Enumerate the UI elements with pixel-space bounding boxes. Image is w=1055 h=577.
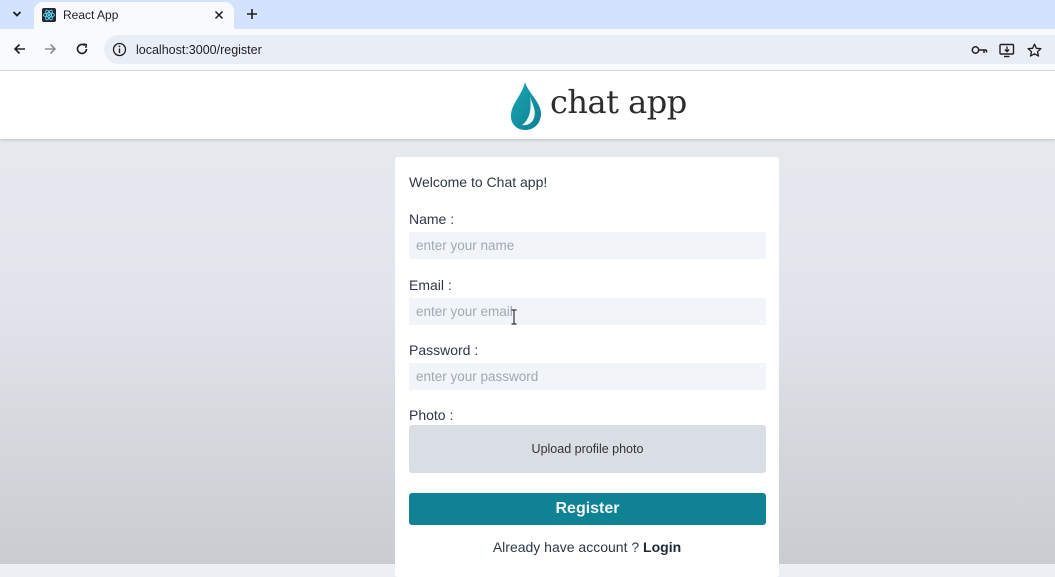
bookmark-button[interactable] — [1025, 41, 1043, 59]
login-prompt-line: Already have account ? Login — [395, 539, 779, 555]
react-logo-icon — [42, 8, 56, 22]
app-header: chat app — [0, 71, 1055, 139]
email-input[interactable] — [409, 298, 766, 325]
arrow-left-icon — [13, 43, 25, 55]
name-label: Name : — [409, 211, 455, 227]
browser-tab[interactable]: React App — [34, 2, 234, 29]
email-label: Email : — [409, 277, 452, 293]
page-viewport: chat app Welcome to Chat app! Name : Ema… — [0, 71, 1055, 577]
upload-photo-text: Upload profile photo — [531, 442, 644, 456]
text-cursor-icon — [511, 309, 517, 325]
register-button[interactable]: Register — [409, 493, 766, 525]
back-button[interactable] — [11, 40, 29, 58]
info-icon[interactable] — [112, 42, 127, 57]
water-drop-logo-icon — [510, 82, 542, 130]
password-manager-button[interactable] — [970, 41, 988, 59]
login-link[interactable]: Login — [643, 539, 681, 555]
install-app-button[interactable] — [998, 41, 1016, 59]
key-icon — [971, 46, 987, 54]
arrow-right-icon — [45, 43, 57, 55]
upload-photo-button[interactable]: Upload profile photo — [409, 425, 766, 473]
install-app-icon — [999, 43, 1015, 57]
welcome-heading: Welcome to Chat app! — [409, 174, 548, 190]
password-input[interactable] — [409, 363, 766, 390]
tab-strip: React App — [0, 0, 1055, 29]
name-input[interactable] — [409, 232, 766, 259]
tab-title: React App — [63, 8, 119, 22]
password-label: Password : — [409, 342, 479, 358]
url-text[interactable]: localhost:3000/register — [136, 43, 262, 57]
close-icon — [214, 10, 224, 20]
tab-search-button[interactable] — [6, 4, 28, 24]
forward-button[interactable] — [41, 40, 59, 58]
new-tab-button[interactable] — [243, 5, 261, 23]
plus-icon — [247, 9, 257, 19]
browser-toolbar: localhost:3000/register — [0, 29, 1055, 71]
reload-button[interactable] — [73, 40, 91, 58]
star-icon — [1026, 43, 1042, 57]
photo-label: Photo : — [409, 407, 454, 423]
login-prompt-text: Already have account ? — [492, 539, 640, 555]
address-bar[interactable]: localhost:3000/register — [104, 35, 1055, 64]
logo-text: chat app — [550, 83, 687, 121]
reload-icon — [76, 43, 88, 55]
close-tab-button[interactable] — [210, 6, 228, 24]
chevron-down-icon — [12, 11, 22, 17]
register-card: Welcome to Chat app! Name : Email : Pass… — [395, 157, 779, 577]
